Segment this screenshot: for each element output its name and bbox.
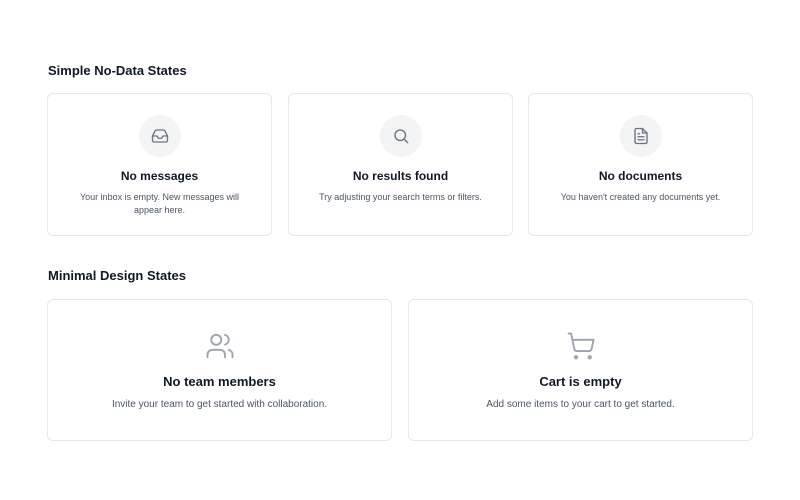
- card-heading: Cart is empty: [539, 374, 622, 389]
- card-heading: No messages: [120, 169, 199, 183]
- card-heading: No documents: [598, 169, 683, 183]
- empty-state-card-documents: No documents You haven't created any doc…: [528, 93, 753, 236]
- card-description: Add some items to your cart to get start…: [486, 399, 675, 410]
- inbox-icon: [151, 129, 168, 143]
- empty-state-card-messages: No messages Your inbox is empty. New mes…: [47, 93, 272, 236]
- shopping-cart-icon: [567, 332, 595, 360]
- card-description: You haven't created any documents yet.: [560, 192, 721, 202]
- users-icon: [206, 333, 233, 359]
- section-title-simple-states: Simple No-Data States: [48, 63, 187, 78]
- icon-badge: [138, 115, 181, 157]
- icon-badge: [379, 115, 422, 157]
- icon-wrapper: [566, 331, 596, 361]
- card-heading: No team members: [163, 374, 276, 389]
- card-description: Your inbox is empty. New messages will a…: [79, 192, 240, 215]
- document-icon: [633, 127, 648, 145]
- card-description: Invite your team to get started with col…: [111, 399, 328, 410]
- search-icon: [393, 129, 408, 144]
- icon-badge: [619, 115, 662, 157]
- empty-state-card-search-results: No results found Try adjusting your sear…: [288, 93, 513, 236]
- card-heading: No results found: [352, 169, 449, 183]
- icon-wrapper: [205, 331, 235, 361]
- empty-state-card-team-members: No team members Invite your team to get …: [47, 299, 392, 441]
- section-title-minimal-states: Minimal Design States: [48, 268, 186, 283]
- empty-state-card-cart: Cart is empty Add some items to your car…: [408, 299, 753, 441]
- card-description: Try adjusting your search terms or filte…: [319, 192, 482, 202]
